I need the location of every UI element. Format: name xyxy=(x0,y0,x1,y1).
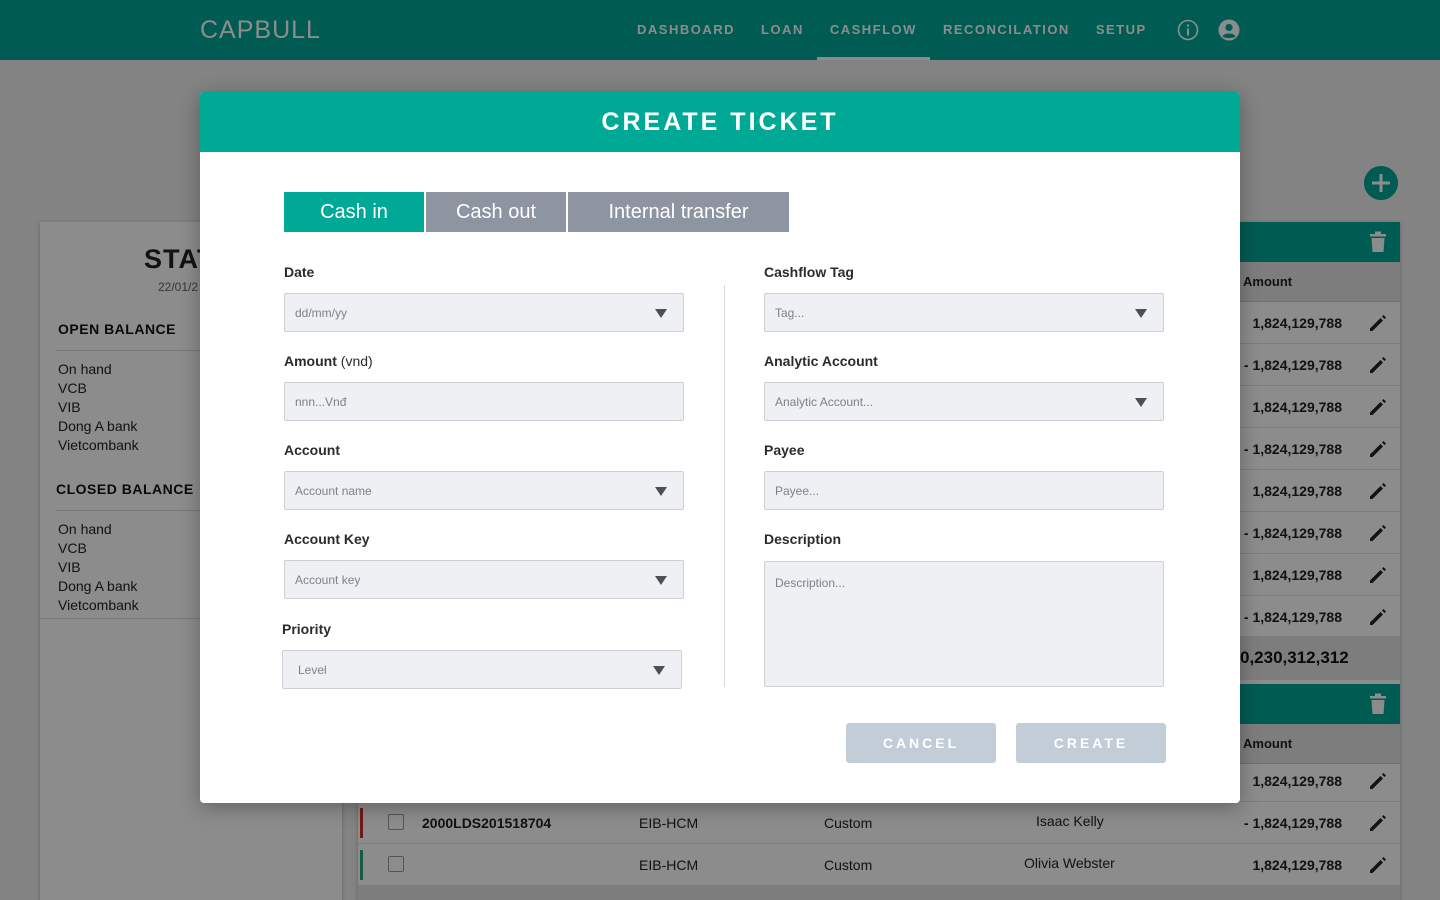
description-textarea[interactable] xyxy=(764,561,1164,687)
account-key-placeholder: Account key xyxy=(295,573,361,587)
amount-label-text: Amount xyxy=(284,353,337,369)
amount-label: Amount (vnd) xyxy=(284,353,373,369)
dropdown-arrow-icon xyxy=(1135,398,1147,407)
date-label: Date xyxy=(284,264,315,280)
cancel-button[interactable]: CANCEL xyxy=(846,723,996,763)
description-label: Description xyxy=(764,531,842,547)
account-key-select[interactable]: Account key xyxy=(284,560,684,599)
amount-unit: (vnd) xyxy=(340,353,373,369)
date-placeholder: dd/mm/yy xyxy=(295,306,348,320)
payee-input[interactable] xyxy=(764,471,1164,510)
dropdown-arrow-icon xyxy=(655,576,667,585)
cashflow-tag-placeholder: Tag... xyxy=(775,306,805,320)
dropdown-arrow-icon xyxy=(655,487,667,496)
account-placeholder: Account name xyxy=(295,484,372,498)
dropdown-arrow-icon xyxy=(655,309,667,318)
cashflow-tag-label: Cashflow Tag xyxy=(764,264,854,280)
priority-placeholder: Level xyxy=(298,663,327,677)
account-key-label: Account Key xyxy=(284,531,370,547)
modal-title: CREATE TICKET xyxy=(200,92,1240,152)
date-select[interactable]: dd/mm/yy xyxy=(284,293,684,332)
payee-label: Payee xyxy=(764,442,805,458)
priority-select[interactable]: Level xyxy=(282,650,682,689)
dropdown-arrow-icon xyxy=(653,666,665,675)
analytic-account-label: Analytic Account xyxy=(764,353,878,369)
dropdown-arrow-icon xyxy=(1135,309,1147,318)
priority-label: Priority xyxy=(282,621,332,637)
tab-cash-in[interactable]: Cash in xyxy=(284,192,424,232)
account-label: Account xyxy=(284,442,340,458)
analytic-account-select[interactable]: Analytic Account... xyxy=(764,382,1164,421)
column-divider xyxy=(724,285,725,687)
analytic-account-placeholder: Analytic Account... xyxy=(775,395,874,409)
tab-internal-transfer[interactable]: Internal transfer xyxy=(568,192,789,232)
create-button[interactable]: CREATE xyxy=(1016,723,1166,763)
cashflow-tag-select[interactable]: Tag... xyxy=(764,293,1164,332)
create-ticket-modal: CREATE TICKET Cash in Cash out Internal … xyxy=(200,92,1240,803)
account-select[interactable]: Account name xyxy=(284,471,684,510)
tab-cash-out[interactable]: Cash out xyxy=(426,192,566,232)
amount-input[interactable] xyxy=(284,382,684,421)
